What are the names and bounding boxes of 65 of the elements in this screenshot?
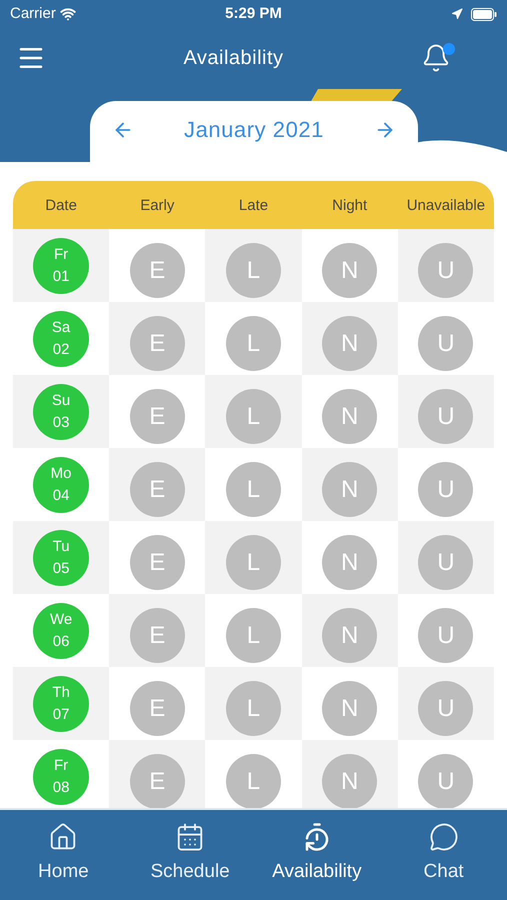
shift-toggle[interactable]: E (130, 681, 185, 736)
weekday-label: Tu (52, 536, 70, 556)
shift-toggle[interactable]: N (322, 316, 378, 371)
shift-toggle[interactable]: N (322, 754, 378, 808)
shift-toggle[interactable]: L (226, 389, 281, 444)
weekday-label: Su (52, 390, 70, 410)
shift-toggle[interactable]: E (130, 316, 185, 371)
shift-toggle[interactable]: N (322, 681, 378, 736)
column-header: Early (140, 196, 174, 216)
shift-toggle[interactable]: U (418, 389, 474, 444)
wifi-icon (60, 6, 76, 22)
shift-toggle[interactable]: E (130, 754, 185, 808)
shift-toggle[interactable]: U (418, 608, 474, 663)
date-label: 07 (52, 704, 70, 724)
shift-toggle[interactable]: E (130, 535, 185, 590)
shift-toggle[interactable]: N (322, 608, 378, 663)
date-label: 01 (52, 266, 70, 286)
shift-toggle[interactable]: U (418, 462, 474, 517)
shift-toggle[interactable]: L (226, 243, 281, 298)
battery-icon (470, 8, 497, 20)
page-title: Availability (183, 46, 284, 71)
shift-toggle[interactable]: L (226, 316, 281, 371)
date-label: 05 (52, 558, 70, 578)
tab-item[interactable]: Home (0, 822, 127, 886)
status-time: 5:29 PM (225, 4, 282, 24)
column-header: Unavailable (406, 196, 486, 216)
shift-toggle[interactable]: U (418, 681, 474, 736)
tab-item[interactable]: Availability (254, 822, 380, 886)
shift-toggle[interactable]: U (418, 754, 474, 808)
weekday-label: Sa (52, 318, 70, 338)
date-label: 04 (52, 486, 70, 506)
chat-icon (428, 822, 459, 852)
weekday-label: Fr (54, 244, 68, 264)
shift-toggle[interactable]: L (226, 462, 281, 517)
shift-toggle[interactable]: N (322, 535, 378, 590)
date-label: 08 (52, 778, 70, 798)
column-header: Date (45, 196, 77, 216)
shift-toggle[interactable]: L (226, 535, 281, 590)
date-label: 06 (52, 632, 70, 652)
column-header: Late (238, 196, 268, 216)
shift-toggle[interactable]: U (418, 243, 474, 298)
shift-toggle[interactable]: E (130, 608, 185, 663)
shift-toggle[interactable]: L (226, 681, 281, 736)
tab-item[interactable]: Chat (380, 822, 507, 886)
shift-toggle[interactable]: N (322, 462, 378, 517)
date-label: 03 (52, 412, 70, 432)
location-icon (450, 8, 463, 20)
shift-toggle[interactable]: U (418, 535, 474, 590)
date-label: 02 (52, 340, 70, 360)
shift-toggle[interactable]: U (418, 316, 474, 371)
shift-toggle[interactable]: E (130, 462, 185, 517)
shift-toggle[interactable]: E (130, 243, 185, 298)
tab-item[interactable]: Schedule (126, 822, 254, 886)
month-label: January 2021 (184, 116, 324, 144)
shift-toggle[interactable]: L (226, 608, 281, 663)
weekday-label: Mo (50, 464, 72, 484)
weekday-label: We (50, 610, 72, 630)
carrier-label: Carrier (10, 4, 56, 24)
column-header: Night (332, 196, 368, 216)
shift-toggle[interactable]: N (322, 243, 378, 298)
shift-toggle[interactable]: L (226, 754, 281, 808)
weekday-label: Fr (54, 756, 68, 776)
shift-toggle[interactable]: N (322, 389, 378, 444)
shift-toggle[interactable]: E (130, 389, 185, 444)
weekday-label: Th (52, 682, 70, 702)
